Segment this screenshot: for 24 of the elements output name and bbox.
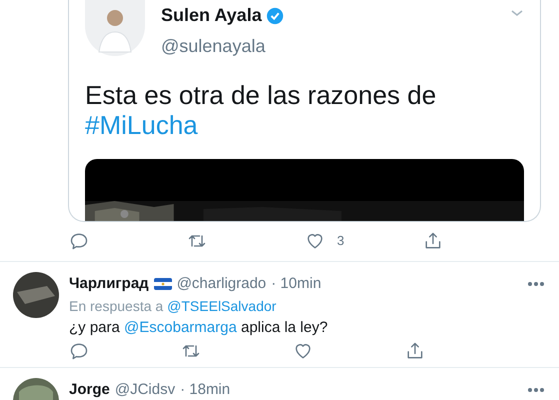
avatar [13, 272, 59, 318]
share-icon[interactable] [405, 341, 425, 361]
user-handle: @JCidsv [114, 380, 176, 400]
mention-link[interactable]: @TSEElSalvador [167, 296, 276, 316]
reply-icon[interactable] [69, 341, 89, 361]
share-icon[interactable] [423, 231, 443, 251]
reply-context: En respuesta a [69, 297, 164, 316]
reply-icon[interactable] [69, 231, 89, 251]
tweet-text: Esta es otra de las razones de [85, 80, 438, 110]
user-handle: @charligrado [176, 274, 266, 294]
mention-link[interactable]: @Escobarmarga [124, 319, 237, 336]
user-name: Чарлиград [69, 274, 149, 294]
more-icon[interactable] [527, 281, 545, 287]
reply-text: ¿y para @Escobarmarga aplica la ley? [69, 318, 328, 338]
timestamp: · 10min [271, 274, 322, 294]
author-handle: @sulenayala [161, 35, 266, 58]
heart-icon[interactable] [305, 231, 325, 251]
timestamp: · 18min [180, 380, 230, 400]
user-name: Jorge [69, 380, 110, 400]
author-name: Sulen Ayala [161, 4, 262, 27]
hashtag-link[interactable]: #MiLucha [85, 110, 198, 140]
more-icon[interactable] [527, 387, 545, 393]
heart-icon[interactable] [293, 341, 313, 361]
like-count: 3 [337, 232, 344, 250]
